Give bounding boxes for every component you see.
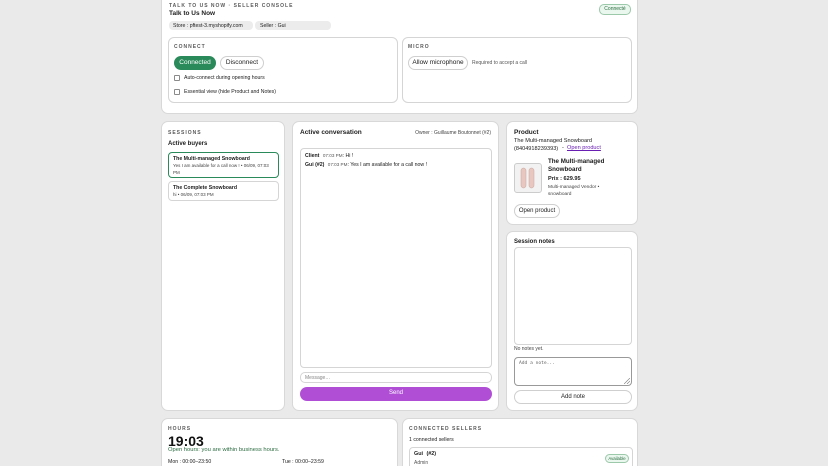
add-note-placeholder: Add a note... (519, 361, 555, 366)
add-note-textarea[interactable]: Add a note... (514, 357, 632, 386)
micro-hint: Required to accept a call (472, 60, 528, 66)
notes-title: Session notes (514, 239, 555, 245)
product-card-name: The Multi-managed Snowboard (548, 158, 605, 173)
hours-card: HOURS 19:03 Open hours: you are within b… (161, 418, 398, 466)
allow-microphone-button[interactable]: Allow microphone (408, 56, 468, 70)
micro-panel: MICRO Allow microphone Required to accep… (402, 37, 632, 103)
buyer-name: The Multi-managed Snowboard (173, 156, 250, 162)
send-button[interactable]: Send (300, 387, 492, 401)
store-chip: Store : pftest-3.myshopify.com (169, 21, 253, 30)
hours-status: Open hours: you are within business hour… (168, 447, 280, 453)
product-card: Product The Multi-managed Snowboard (840… (506, 121, 638, 225)
buyer-preview: Yes I am available for a call now ! • 06… (173, 163, 269, 175)
hours-title: HOURS (168, 426, 192, 432)
notes-empty: No notes yet. (514, 346, 544, 352)
buyer-item[interactable]: The Multi-managed Snowboard Yes I am ava… (168, 152, 279, 178)
connected-button[interactable]: Connected (174, 56, 216, 70)
connect-title: CONNECT (174, 44, 206, 50)
open-product-button[interactable]: Open product (514, 204, 560, 218)
message-row: Gui (#2) 07:03 PM: Yes I am available fo… (305, 162, 428, 168)
seller-name: Gui (414, 451, 423, 457)
connection-status-badge: Connecté (599, 4, 631, 15)
sessions-card: SESSIONS Active buyers The Multi-managed… (161, 121, 285, 411)
product-vendor: Multi-managed Vendor • snowboard (548, 185, 600, 197)
message-sender: Gui (#2) (305, 162, 325, 168)
resize-handle-icon[interactable] (624, 378, 630, 384)
conversation-card: Active conversation Owner : Guillaume Bo… (292, 121, 499, 411)
add-note-button[interactable]: Add note (514, 390, 632, 404)
product-image (514, 163, 542, 193)
sellers-title: CONNECTED SELLERS (409, 426, 483, 432)
message-time: 07:03 PM (322, 153, 343, 158)
message-row: Client 07:03 PM: Hi ! (305, 153, 354, 159)
auto-connect-checkbox[interactable] (174, 75, 180, 81)
message-text: Hi ! (345, 153, 354, 159)
console-title: TALK TO US NOW · SELLER CONSOLE (169, 3, 294, 9)
auto-connect-label: Auto-connect during opening hours (184, 75, 265, 81)
hours-tue: Tue : 00:00–23:59 (282, 459, 324, 465)
seller-label: Seller : Gui (260, 22, 286, 29)
conversation-owner: Owner : Guillaume Boutonnet (#2) (415, 130, 491, 136)
hours-mon: Mon : 00:00–23:50 (168, 459, 212, 465)
product-separator: - (562, 145, 564, 151)
store-label: Store : pftest-3.myshopify.com (173, 22, 243, 29)
send-label: Send (388, 390, 403, 396)
essential-view-label: Essential view (hide Product and Notes) (184, 89, 276, 95)
conversation-title: Active conversation (300, 129, 362, 136)
message-input[interactable]: Message… (300, 372, 492, 383)
sellers-card: CONNECTED SELLERS 1 connected sellers Gu… (402, 418, 638, 466)
product-price: Prix : 629.95 (548, 176, 581, 182)
message-text: Yes I am available for a call now ! (350, 162, 428, 168)
top-card: TALK TO US NOW · SELLER CONSOLE Talk to … (161, 0, 638, 114)
message-sender: Client (305, 153, 320, 159)
sellers-count: 1 connected sellers (409, 437, 454, 443)
buyer-name: The Complete Snowboard (173, 185, 237, 191)
seller-status-badge: Available (605, 454, 629, 463)
message-placeholder: Message… (305, 375, 331, 381)
connect-panel: CONNECT Connected Disconnect Auto-connec… (168, 37, 398, 103)
seller-row: Gui (#2) Admin Available (409, 447, 633, 466)
message-list[interactable]: Client 07:03 PM: Hi ! Gui (#2) 07:03 PM:… (300, 148, 492, 368)
essential-view-checkbox[interactable] (174, 89, 180, 95)
seller-role: Admin (414, 460, 429, 466)
sessions-title: SESSIONS (168, 130, 202, 136)
seller-name-line: Gui (#2) (414, 451, 436, 457)
app-name: Talk to Us Now (169, 10, 216, 17)
notes-card: Session notes No notes yet. Add a note..… (506, 231, 638, 411)
disconnect-button[interactable]: Disconnect (220, 56, 264, 70)
micro-title: MICRO (408, 44, 430, 50)
notes-list[interactable] (514, 247, 632, 345)
open-product-link[interactable]: Open product (567, 145, 601, 151)
message-time: 07:03 PM (327, 162, 348, 167)
buyer-item[interactable]: The Complete Snowboard hi • 06/09, 07:03… (168, 181, 279, 201)
active-buyers-title: Active buyers (168, 141, 208, 147)
snowboard-icon (520, 167, 535, 189)
product-title: Product (514, 129, 539, 136)
seller-chip: Seller : Gui (255, 21, 331, 30)
buyer-preview: hi • 06/09, 07:03 PM (173, 192, 214, 197)
seller-id: (#2) (426, 451, 437, 457)
